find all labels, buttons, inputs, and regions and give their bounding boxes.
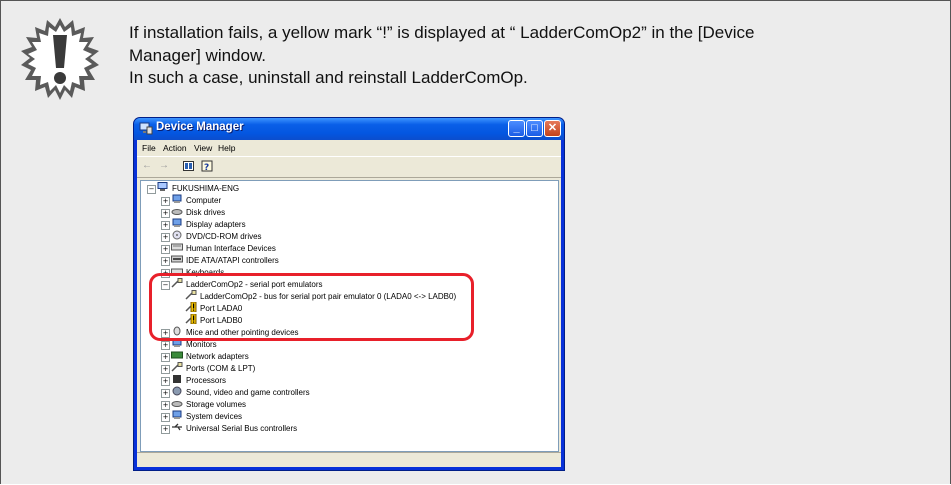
help-icon[interactable]: ? [201,160,213,172]
tree-root[interactable]: FUKUSHIMA-ENG [157,182,239,194]
expand-icon[interactable]: + [161,257,170,266]
tree-item[interactable]: Display adapters [171,218,246,230]
expand-icon[interactable]: + [161,425,170,434]
expand-icon[interactable]: + [161,365,170,374]
toolbar: ← → ? [137,157,561,178]
note-line-3: In such a case, uninstall and reinstall … [129,68,528,87]
minimize-button[interactable]: _ [508,120,525,137]
system-device-icon [172,410,182,419]
window-title: Device Manager [156,121,244,133]
network-adapter-icon [171,351,183,359]
status-bar [137,452,561,468]
tree-item[interactable]: Human Interface Devices [171,242,276,254]
menu-file[interactable]: File [142,143,156,153]
close-button[interactable]: ✕ [544,120,561,137]
ports-icon [171,362,183,372]
tree-item[interactable]: Sound, video and game controllers [171,386,310,398]
device-manager-icon [139,122,153,135]
collapse-icon[interactable]: − [147,185,156,194]
expand-icon[interactable]: + [161,377,170,386]
computer-icon [172,194,182,203]
hid-icon [171,243,183,251]
exclamation-starburst-icon [21,18,99,100]
tree-item[interactable]: Ports (COM & LPT) [171,362,255,374]
tree-item[interactable]: Universal Serial Bus controllers [171,422,297,434]
dvd-drive-icon [172,230,182,240]
svg-text:?: ? [204,163,209,172]
note-line-1: If installation fails, a yellow mark “!”… [129,23,755,42]
tree-item[interactable]: IDE ATA/ATAPI controllers [171,254,279,266]
ide-controller-icon [171,255,183,263]
properties-icon[interactable] [183,161,194,171]
expand-icon[interactable]: + [161,233,170,242]
expand-icon[interactable]: + [161,209,170,218]
back-arrow-icon[interactable]: ← [142,160,152,171]
disk-drive-icon [171,209,183,215]
forward-arrow-icon[interactable]: → [159,160,169,171]
expand-icon[interactable]: + [161,197,170,206]
expand-icon[interactable]: + [161,389,170,398]
tree-item[interactable]: Disk drives [171,206,225,218]
tree-item[interactable]: Network adapters [171,350,249,362]
display-adapter-icon [172,218,182,227]
expand-icon[interactable]: + [161,221,170,230]
tree-item[interactable]: Computer [171,194,221,206]
expand-icon[interactable]: + [161,341,170,350]
note-line-2: Manager] window. [129,45,267,65]
expand-icon[interactable]: + [161,245,170,254]
menu-view[interactable]: View [194,143,212,153]
menu-help[interactable]: Help [218,143,235,153]
computer-icon [157,182,168,191]
tree-item[interactable]: DVD/CD-ROM drives [171,230,262,242]
menu-action[interactable]: Action [163,143,187,153]
sound-icon [172,386,182,396]
maximize-button[interactable]: □ [526,120,543,137]
storage-volume-icon [171,401,183,407]
usb-icon [172,423,182,431]
expand-icon[interactable]: + [161,353,170,362]
title-bar: Device Manager _ □ ✕ [134,118,564,140]
tree-item[interactable]: Storage volumes [171,398,246,410]
tree-item[interactable]: System devices [171,410,242,422]
expand-icon[interactable]: + [161,401,170,410]
caution-note: If installation fails, a yellow mark “!”… [0,0,951,484]
tree-item[interactable]: Processors [171,374,226,386]
highlight-box [149,273,474,341]
expand-icon[interactable]: + [161,413,170,422]
menu-bar: File Action View Help [137,140,561,157]
processor-icon [173,375,181,383]
